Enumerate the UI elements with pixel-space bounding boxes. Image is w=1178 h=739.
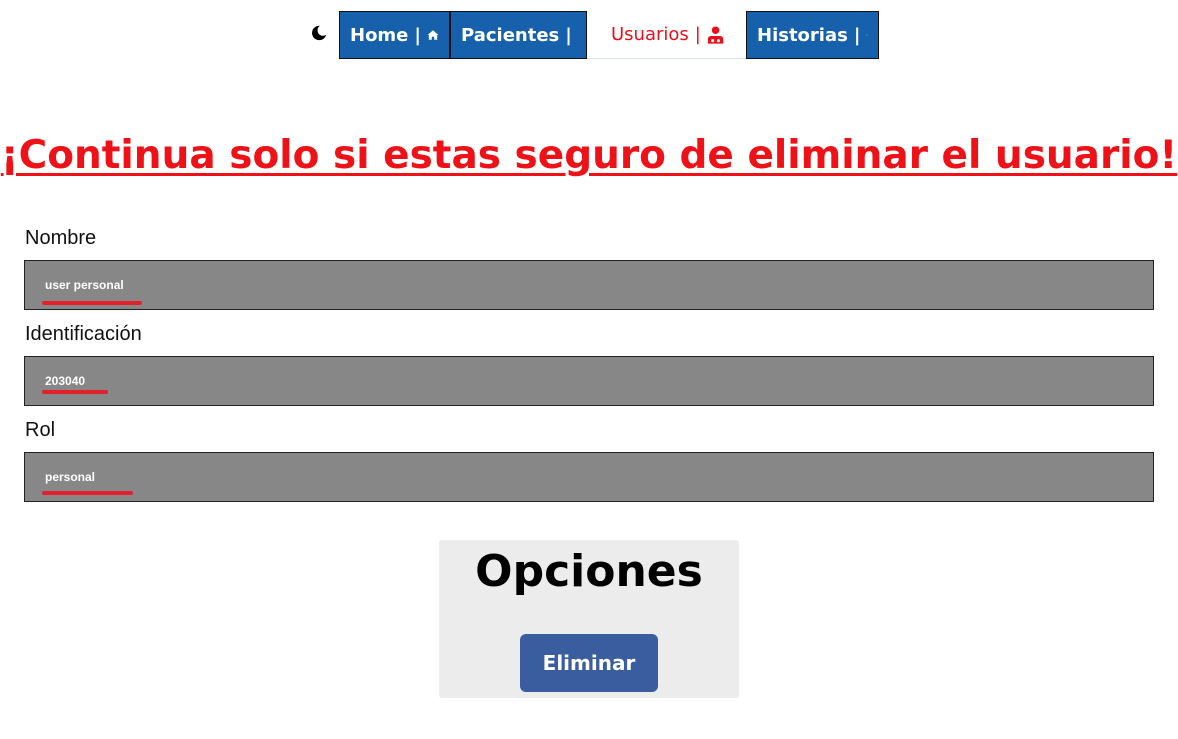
- options-heading: Opciones: [475, 546, 703, 597]
- rol-underline: [42, 491, 133, 495]
- rol-field[interactable]: personal: [24, 452, 1154, 502]
- tab-pacientes[interactable]: Pacientes |: [450, 11, 587, 59]
- tab-pacientes-label: Pacientes: [461, 24, 560, 46]
- folder-user-icon: [866, 34, 868, 36]
- page-title: ¡Continua solo si estas seguro de elimin…: [0, 133, 1178, 178]
- identificacion-value: 203040: [45, 374, 86, 388]
- nombre-value: user personal: [45, 278, 124, 292]
- user-doctor-icon: [707, 25, 724, 44]
- nombre-underline: [42, 301, 142, 305]
- moon-icon[interactable]: [310, 24, 328, 42]
- tab-home[interactable]: Home |: [339, 11, 450, 59]
- home-icon: [427, 30, 439, 40]
- rol-label: Rol: [25, 419, 56, 441]
- nombre-label: Nombre: [25, 227, 97, 249]
- rol-value: personal: [45, 470, 96, 484]
- delete-button[interactable]: Eliminar: [520, 634, 658, 692]
- tab-home-label: Home: [350, 24, 409, 46]
- tab-historias-label: Historias: [757, 24, 848, 46]
- tab-usuarios[interactable]: Usuarios |: [587, 11, 746, 59]
- tab-historias[interactable]: Historias |: [746, 11, 879, 59]
- nombre-field[interactable]: user personal: [24, 260, 1154, 310]
- identificacion-underline: [42, 390, 108, 394]
- identificacion-field[interactable]: 203040: [24, 356, 1154, 406]
- identificacion-label: Identificación: [25, 323, 142, 345]
- options-panel: Opciones Eliminar: [439, 540, 739, 698]
- tab-usuarios-label: Usuarios: [611, 24, 689, 45]
- main-nav: Home | Pacientes | Usuarios | Historias …: [339, 11, 879, 59]
